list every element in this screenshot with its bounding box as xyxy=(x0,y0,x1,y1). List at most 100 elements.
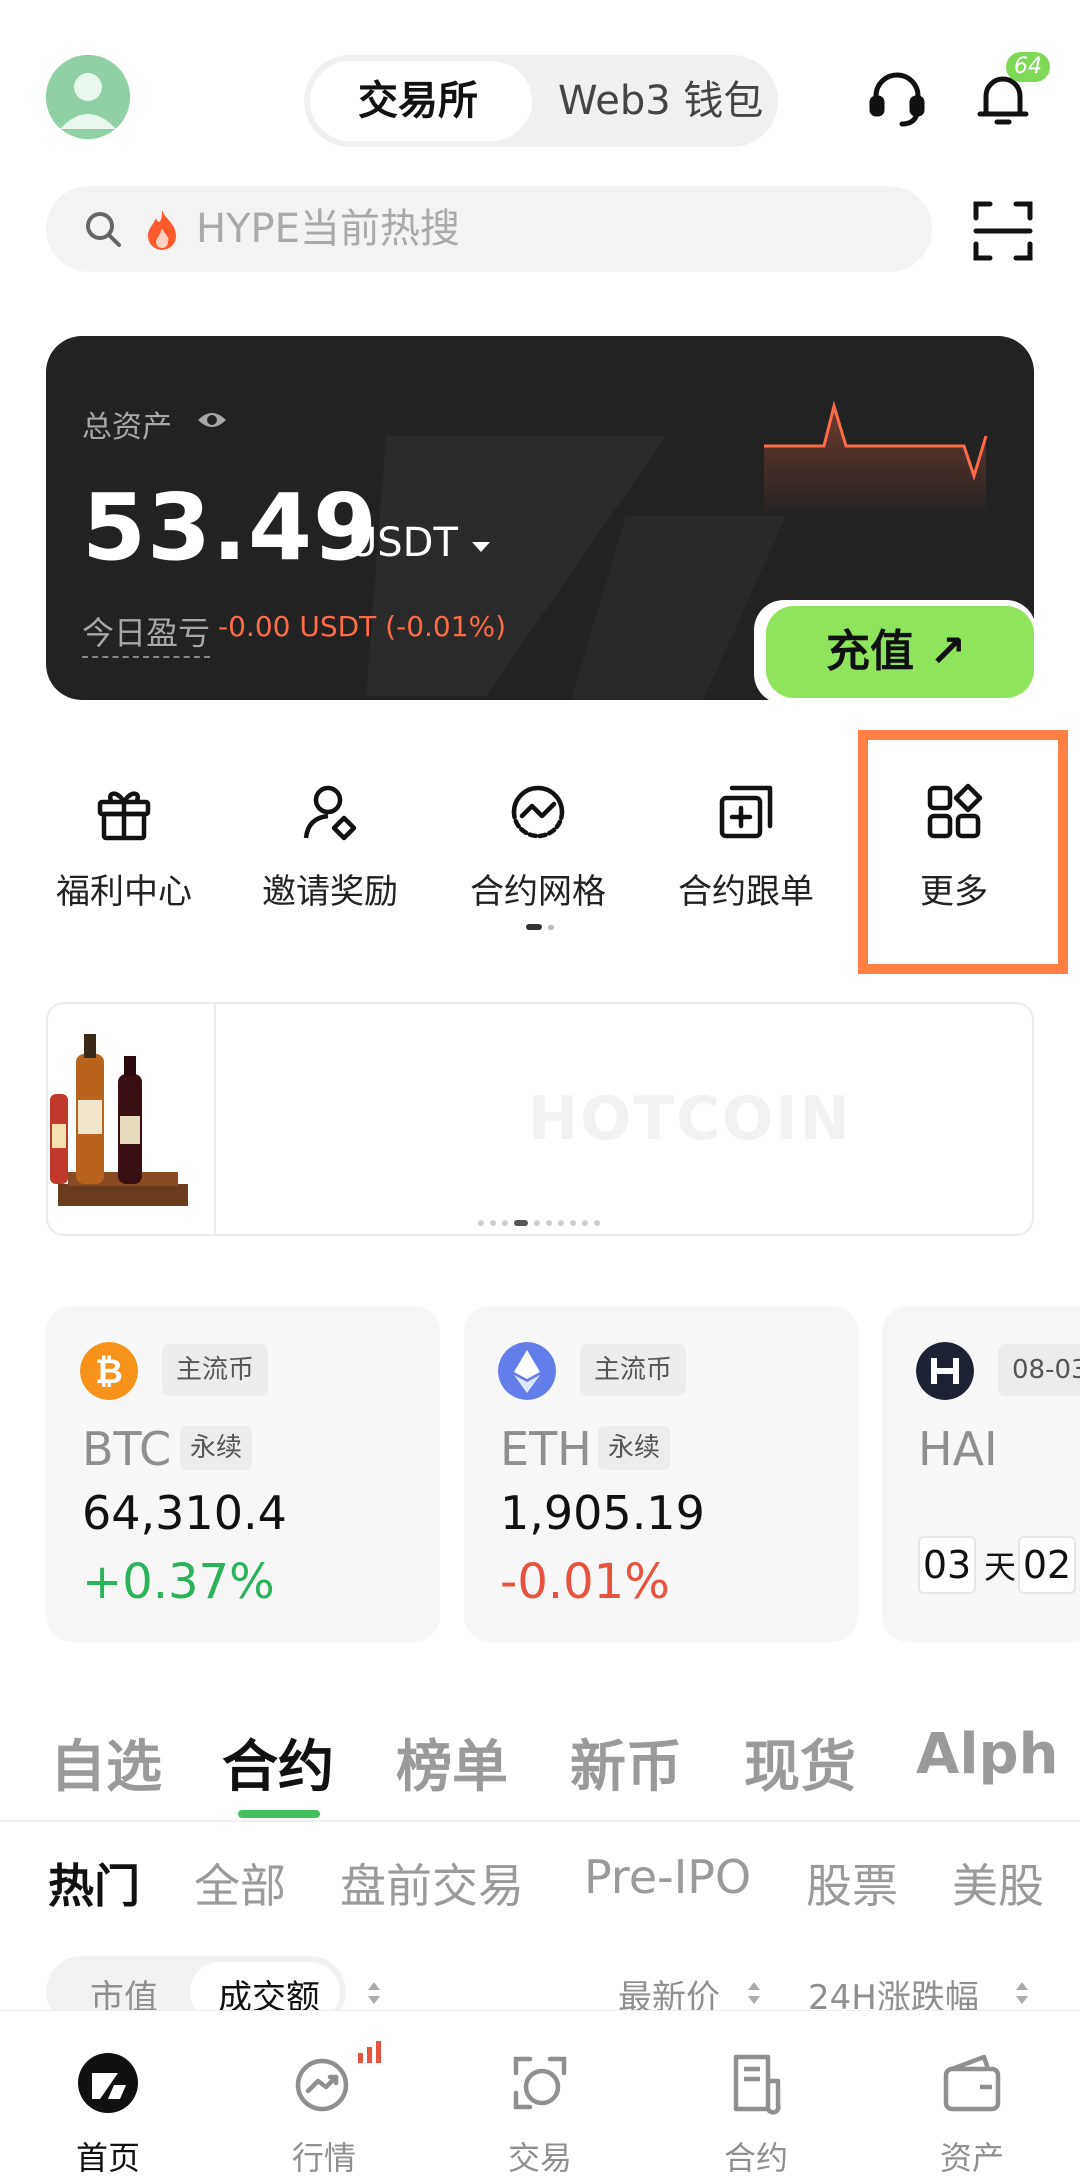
quick-action-label: 福利中心 xyxy=(56,872,192,912)
exchange-wallet-switch[interactable]: 交易所 Web3 钱包 xyxy=(304,55,778,147)
banner-dot xyxy=(490,1220,496,1226)
quick-action-label: 合约跟单 xyxy=(678,872,814,912)
tab-rankings[interactable]: 榜单 xyxy=(396,1722,508,1803)
notification-badge: 64 xyxy=(1006,52,1050,82)
wallet-icon xyxy=(943,2054,1001,2112)
banner-dot xyxy=(502,1220,508,1226)
banner-dot xyxy=(570,1220,576,1226)
quick-action-contract-grid[interactable]: 合约网格 xyxy=(438,780,638,930)
nav-home[interactable]: 首页 xyxy=(0,2051,216,2178)
perp-tag: 永续 xyxy=(180,1426,253,1470)
banner-dot-active xyxy=(514,1220,528,1226)
grid-wave-icon xyxy=(511,785,565,839)
hot-bars-icon xyxy=(358,2041,381,2063)
nav-contract[interactable]: 合约 xyxy=(648,2051,864,2178)
tabs-divider xyxy=(0,1820,1080,1822)
nav-label: 首页 xyxy=(75,2139,140,2177)
search-placeholder: HYPE当前热搜 xyxy=(196,206,460,252)
fire-icon xyxy=(148,210,176,250)
hai-coin-icon xyxy=(916,1342,974,1400)
coin-symbol: BTC xyxy=(82,1422,172,1476)
coin-symbol: HAI xyxy=(918,1422,998,1476)
banner-dot xyxy=(534,1220,540,1226)
tab-spot[interactable]: 现货 xyxy=(744,1722,856,1803)
svg-text:₿: ₿ xyxy=(95,1352,123,1392)
eth-coin-icon xyxy=(498,1342,556,1400)
search-icon xyxy=(86,212,121,247)
tab-favorites[interactable]: 自选 xyxy=(50,1722,162,1803)
home-logo-icon xyxy=(78,2053,138,2113)
tab-contracts[interactable]: 合约 xyxy=(222,1722,334,1803)
subtab-all[interactable]: 全部 xyxy=(194,1850,286,1916)
listing-date-tag: 08-03 xyxy=(998,1344,1080,1396)
banner-dot xyxy=(478,1220,484,1226)
nav-assets[interactable]: 资产 xyxy=(864,2051,1080,2178)
quick-action-pager-dot xyxy=(548,925,554,930)
banner-dot xyxy=(594,1220,600,1226)
asset-unit-selector[interactable]: USDT xyxy=(348,520,458,566)
sort-arrows-icon[interactable] xyxy=(1014,1980,1030,2006)
market-card-hai[interactable]: 08-03 HAI 03 天 02 xyxy=(882,1306,1080,1642)
subtab-hot[interactable]: 热门 xyxy=(48,1850,140,1916)
quick-action-label: 邀请奖励 xyxy=(262,872,398,912)
more-highlight-box xyxy=(858,730,1068,974)
coin-price: 64,310.4 xyxy=(82,1486,287,1540)
subtab-us-stocks[interactable]: 美股 xyxy=(952,1850,1044,1916)
nav-label: 行情 xyxy=(291,2139,356,2177)
tab-web3-wallet[interactable]: Web3 钱包 xyxy=(558,55,763,147)
quick-action-label: 合约网格 xyxy=(470,872,606,912)
bottom-nav: 首页 行情 交易 合约 资产 xyxy=(0,2010,1080,2178)
quick-action-copy-trade[interactable]: 合约跟单 xyxy=(646,780,846,930)
nav-market[interactable]: 行情 xyxy=(216,2041,432,2178)
category-tag: 主流币 xyxy=(580,1344,687,1396)
banner-dot xyxy=(558,1220,564,1226)
today-pnl-label[interactable]: 今日盈亏 xyxy=(82,608,211,658)
market-card-btc[interactable]: ₿ 主流币 BTC 永续 64,310.4 +0.37% xyxy=(46,1306,440,1642)
category-tag: 主流币 xyxy=(162,1344,269,1396)
active-tab-indicator xyxy=(238,1810,320,1818)
countdown-days: 03 xyxy=(918,1536,976,1594)
avatar[interactable] xyxy=(46,55,130,139)
subtab-stocks[interactable]: 股票 xyxy=(806,1850,898,1916)
deposit-button[interactable]: 充值 ↗ xyxy=(766,606,1034,698)
market-trend-icon xyxy=(295,2058,349,2112)
countdown-hours: 02 xyxy=(1018,1536,1076,1594)
caret-down-icon[interactable] xyxy=(470,540,492,554)
nav-trade[interactable]: 交易 xyxy=(432,2051,648,2178)
nav-label: 资产 xyxy=(939,2139,1004,2177)
coin-change: -0.01% xyxy=(500,1554,670,1610)
total-asset-value: 53.49 xyxy=(82,474,379,581)
quick-action-pager-active xyxy=(526,924,542,930)
banner-dot xyxy=(582,1220,588,1226)
gift-icon xyxy=(97,791,151,841)
subtab-premarket[interactable]: 盘前交易 xyxy=(340,1850,524,1916)
perp-tag: 永续 xyxy=(598,1426,671,1470)
scan-icon[interactable] xyxy=(968,196,1038,266)
deposit-label: 充值 ↗ xyxy=(826,626,967,677)
sort-arrows-icon[interactable] xyxy=(366,1980,382,2006)
today-pnl-value: -0.00 USDT (-0.01%) xyxy=(218,610,507,643)
nav-label: 合约 xyxy=(723,2139,788,2177)
tab-alpha[interactable]: Alph xyxy=(916,1722,1059,1787)
market-card-eth[interactable]: 主流币 ETH 永续 1,905.19 -0.01% xyxy=(464,1306,858,1642)
banner-watermark: HOTCOIN xyxy=(528,1084,852,1154)
btc-coin-icon: ₿ xyxy=(80,1342,138,1400)
countdown-day-unit: 天 xyxy=(984,1548,1017,1586)
trade-icon xyxy=(513,2056,567,2110)
customer-service-icon[interactable] xyxy=(862,64,932,134)
search-bar[interactable]: HYPE当前热搜 xyxy=(46,186,932,272)
tab-exchange[interactable]: 交易所 xyxy=(358,55,478,147)
contract-doc-icon xyxy=(733,2054,781,2115)
quick-action-invite[interactable]: 邀请奖励 xyxy=(230,780,430,930)
sort-arrows-icon[interactable] xyxy=(746,1980,762,2006)
asset-sparkline xyxy=(764,400,988,516)
copy-trade-icon xyxy=(719,785,773,839)
coin-change: +0.37% xyxy=(82,1554,275,1610)
eye-icon[interactable] xyxy=(196,408,228,432)
total-asset-label: 总资产 xyxy=(82,410,172,445)
banner-dot xyxy=(546,1220,552,1226)
quick-action-welfare[interactable]: 福利中心 xyxy=(24,780,224,930)
tab-new-coins[interactable]: 新币 xyxy=(570,1722,682,1803)
promo-banner[interactable]: HOTCOIN xyxy=(46,1002,1034,1236)
subtab-pre-ipo[interactable]: Pre-IPO xyxy=(584,1850,751,1904)
